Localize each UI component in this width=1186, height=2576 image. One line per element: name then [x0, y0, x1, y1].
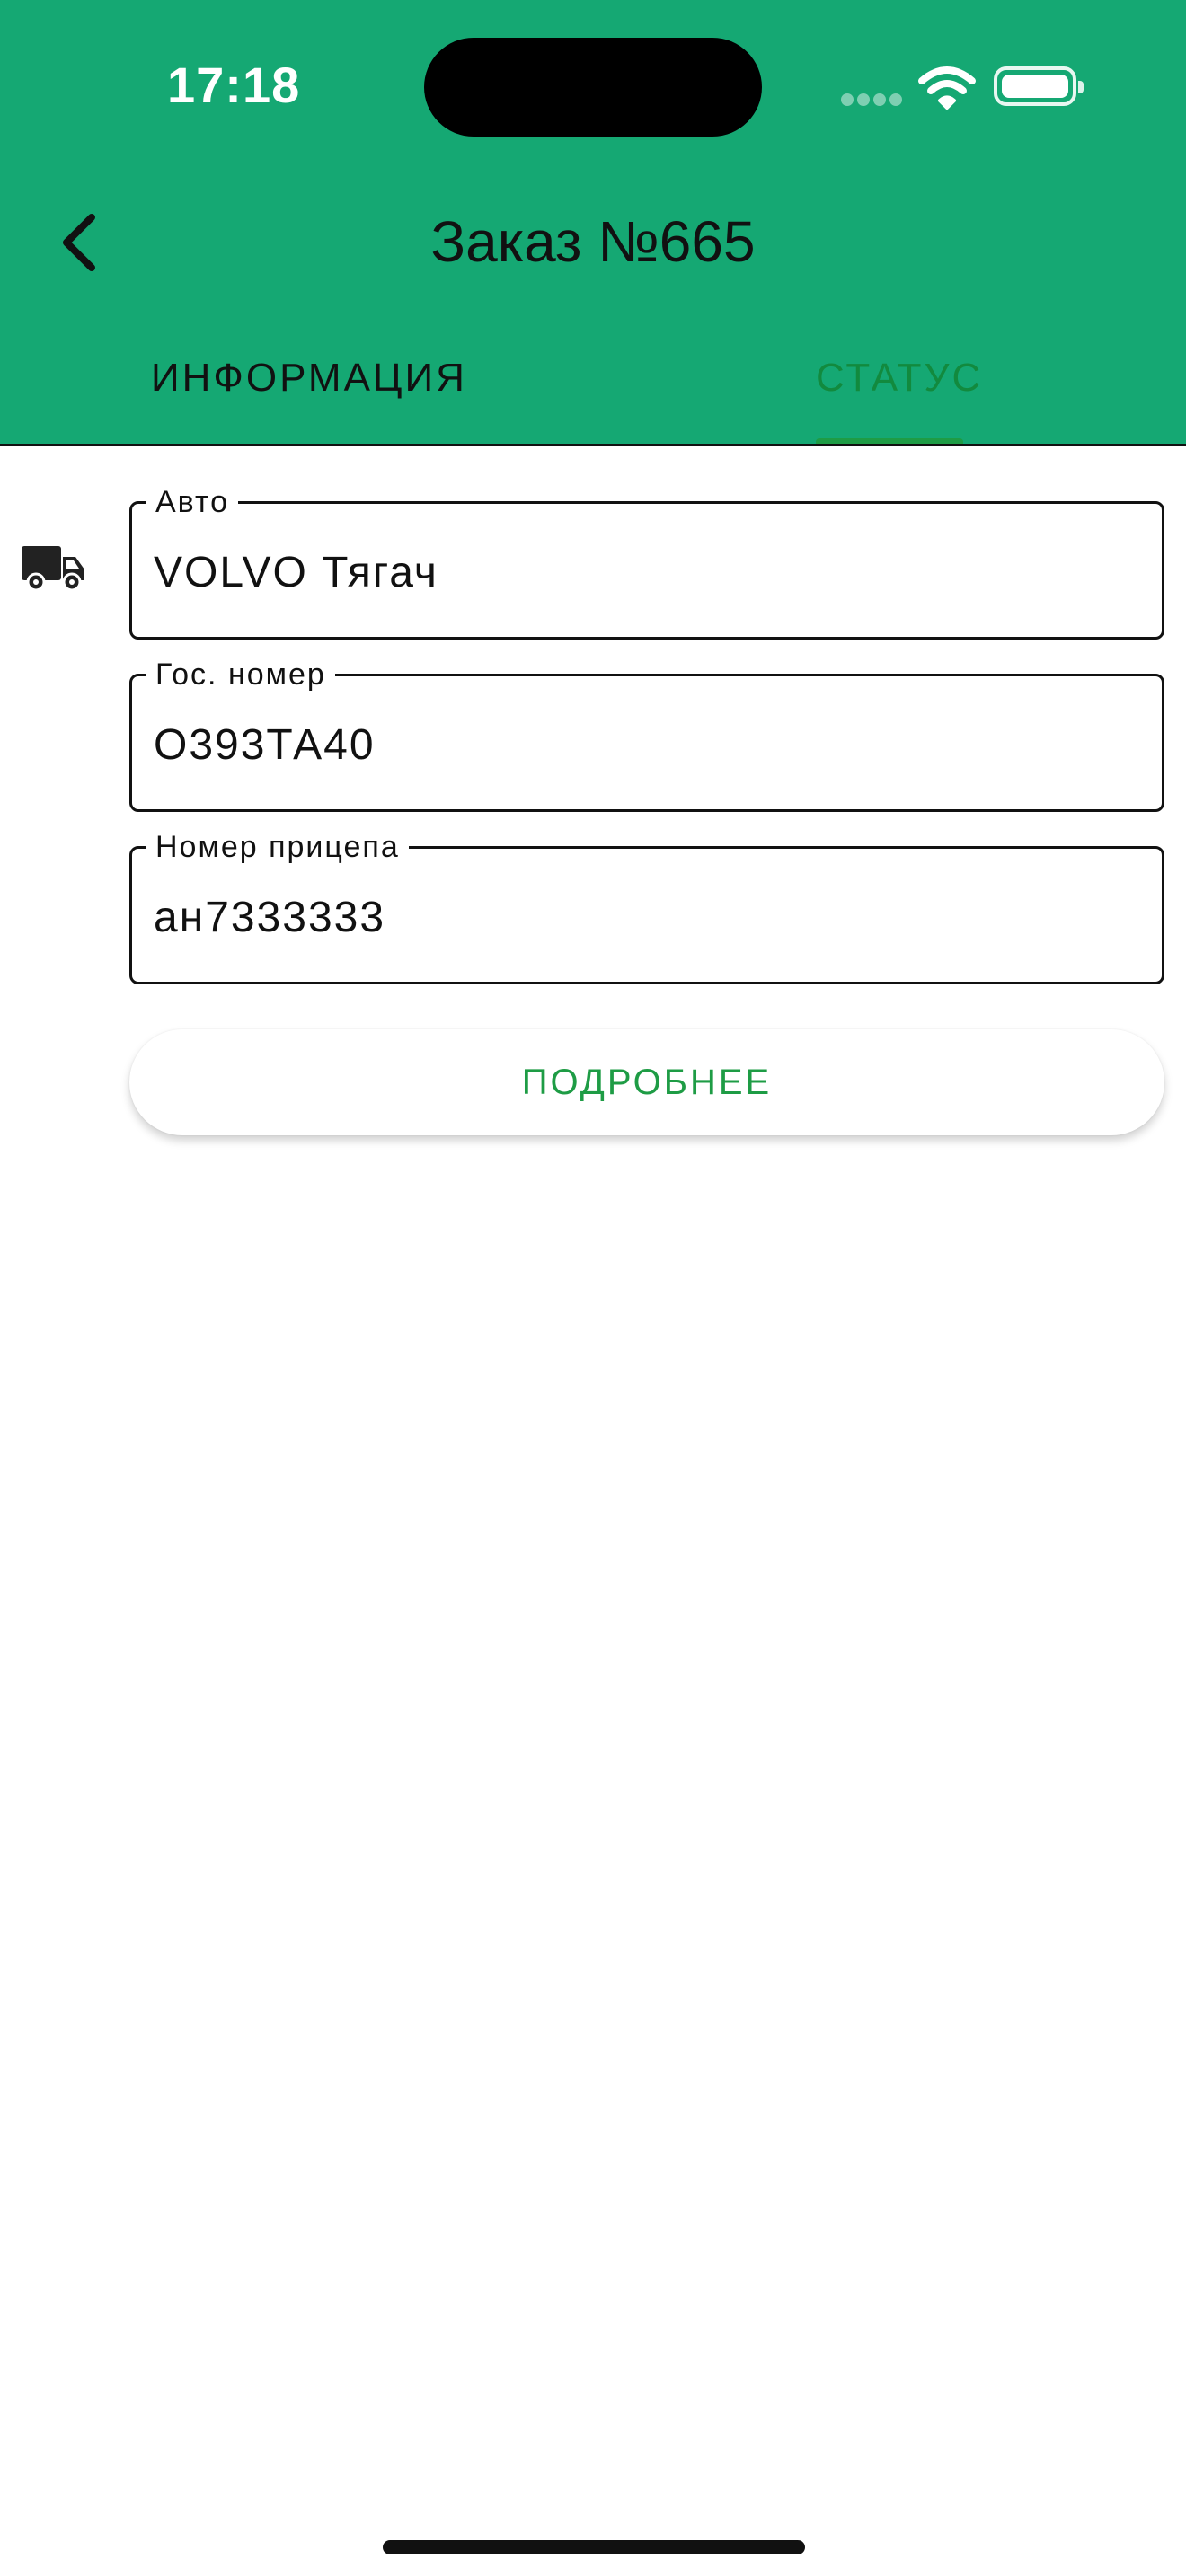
auto-field-label: Авто — [146, 482, 239, 522]
plate-number-field: Гос. номер — [129, 655, 1164, 812]
dynamic-island — [424, 38, 762, 137]
page-title: Заказ №665 — [430, 209, 756, 274]
tab-information[interactable]: ИНФОРМАЦИЯ — [151, 356, 467, 401]
trailer-number-field: Номер прицепа — [129, 827, 1164, 984]
tab-status[interactable]: СТАТУС — [816, 356, 983, 401]
status-time: 17:18 — [167, 57, 301, 113]
battery-icon — [994, 66, 1084, 106]
trailer-number-field-label: Номер прицепа — [146, 827, 409, 867]
cellular-signal-icon — [841, 93, 902, 106]
more-details-button[interactable]: ПОДРОБНЕЕ — [129, 1029, 1164, 1135]
app-header: 17:18 Заказ №665 ИНФОРМАЦИЯ СТАТУС — [0, 0, 1186, 446]
home-indicator[interactable] — [383, 2540, 805, 2554]
plate-number-field-label: Гос. номер — [146, 655, 335, 694]
header-divider — [0, 444, 1186, 446]
auto-input[interactable] — [154, 538, 1133, 606]
auto-field: Авто — [129, 482, 1164, 640]
trailer-number-input[interactable] — [154, 883, 1133, 951]
plate-number-input[interactable] — [154, 710, 1133, 779]
wifi-icon — [918, 66, 976, 110]
truck-icon — [22, 546, 84, 592]
